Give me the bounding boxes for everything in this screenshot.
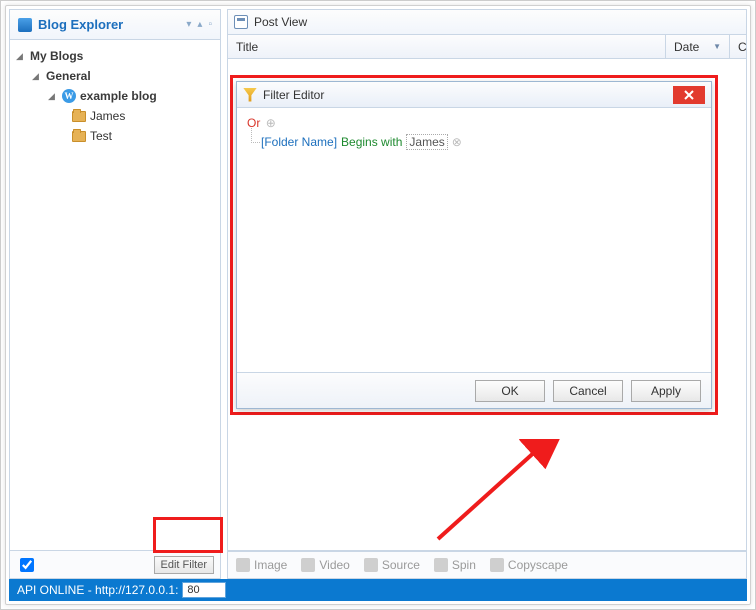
filter-editor-header[interactable]: Filter Editor xyxy=(237,82,711,108)
filter-editor-title: Filter Editor xyxy=(263,88,667,102)
expander-icon[interactable]: ◢ xyxy=(48,91,58,102)
video-icon xyxy=(301,558,315,572)
tool-image[interactable]: Image xyxy=(236,558,287,572)
tree-blog-label: example blog xyxy=(80,89,157,103)
panel-autohide-icon[interactable]: ▴ xyxy=(197,19,202,30)
tool-source[interactable]: Source xyxy=(364,558,420,572)
tool-source-label: Source xyxy=(382,558,420,572)
tool-copyscape-label: Copyscape xyxy=(508,558,568,572)
folder-icon xyxy=(72,111,86,122)
tool-video[interactable]: Video xyxy=(301,558,349,572)
annotation-arrow xyxy=(428,439,568,549)
explorer-icon xyxy=(18,18,32,32)
column-header-date-label: Date xyxy=(674,40,699,54)
wordpress-icon: W xyxy=(62,89,76,103)
panel-pin-icon[interactable]: ▫ xyxy=(208,19,212,30)
tree-folder-label: James xyxy=(90,109,125,123)
tool-spin[interactable]: Spin xyxy=(434,558,476,572)
tool-copyscape[interactable]: Copyscape xyxy=(490,558,568,572)
expander-icon[interactable]: ◢ xyxy=(32,71,42,82)
remove-condition-icon[interactable]: ⊗ xyxy=(452,135,462,149)
filter-editor-body[interactable]: Or ⊕ [Folder Name] Begins with James ⊗ xyxy=(237,108,711,372)
post-toolbar: Image Video Source Spin Copyscape xyxy=(227,551,747,579)
apply-button[interactable]: Apply xyxy=(631,380,701,402)
api-port-input[interactable] xyxy=(182,582,226,598)
status-text: API ONLINE - http://127.0.0.1: xyxy=(17,583,178,597)
source-icon xyxy=(364,558,378,572)
post-grid-body[interactable]: Filter Editor Or ⊕ [Folder Name] xyxy=(227,59,747,551)
column-header-extra[interactable]: C xyxy=(730,35,746,58)
filter-icon xyxy=(243,88,257,102)
tree-folder-label: Test xyxy=(90,129,112,143)
filter-editor-footer: OK Cancel Apply xyxy=(237,372,711,408)
image-icon xyxy=(236,558,250,572)
expander-icon[interactable]: ◢ xyxy=(16,51,26,62)
tool-spin-label: Spin xyxy=(452,558,476,572)
post-view-icon xyxy=(234,15,248,29)
post-view-header: Post View xyxy=(227,9,747,35)
column-header-date[interactable]: Date ▼ xyxy=(666,35,730,58)
blog-explorer-footer: Edit Filter xyxy=(10,550,220,578)
tree-blog[interactable]: ◢ W example blog xyxy=(14,86,216,106)
blog-explorer-header: Blog Explorer ▾ ▴ ▫ xyxy=(10,10,220,40)
filter-field[interactable]: [Folder Name] xyxy=(261,135,337,149)
blog-explorer-panel: Blog Explorer ▾ ▴ ▫ ◢ My Blogs ◢ General xyxy=(9,9,221,579)
tool-image-label: Image xyxy=(254,558,287,572)
close-icon xyxy=(684,90,694,100)
folder-icon xyxy=(72,131,86,142)
blog-explorer-title: Blog Explorer xyxy=(38,17,180,32)
tree-group-label: General xyxy=(46,69,91,83)
filter-operator[interactable]: Begins with xyxy=(341,135,402,149)
edit-filter-button[interactable]: Edit Filter xyxy=(154,556,214,574)
panel-dropdown-icon[interactable]: ▾ xyxy=(186,19,191,30)
grid-header: Title Date ▼ C xyxy=(227,35,747,59)
tree-root-label: My Blogs xyxy=(30,49,83,63)
tree-group[interactable]: ◢ General xyxy=(14,66,216,86)
spin-icon xyxy=(434,558,448,572)
tree-folder[interactable]: Test xyxy=(14,126,216,146)
post-view-panel: Post View Title Date ▼ C xyxy=(227,9,747,579)
column-header-title[interactable]: Title xyxy=(228,35,666,58)
status-bar: API ONLINE - http://127.0.0.1: xyxy=(9,579,747,601)
post-view-title: Post View xyxy=(254,15,307,29)
cancel-button[interactable]: Cancel xyxy=(553,380,623,402)
filter-condition-row[interactable]: [Folder Name] Begins with James ⊗ xyxy=(247,134,701,150)
tree-folder[interactable]: James xyxy=(14,106,216,126)
add-condition-icon[interactable]: ⊕ xyxy=(266,116,276,130)
filter-enabled-checkbox[interactable] xyxy=(20,558,34,572)
filter-editor-dialog: Filter Editor Or ⊕ [Folder Name] xyxy=(236,81,712,409)
tool-video-label: Video xyxy=(319,558,349,572)
copyscape-icon xyxy=(490,558,504,572)
ok-button[interactable]: OK xyxy=(475,380,545,402)
blog-tree[interactable]: ◢ My Blogs ◢ General ◢ W example blog xyxy=(10,40,220,550)
column-header-title-label: Title xyxy=(236,40,258,54)
filter-value[interactable]: James xyxy=(406,134,447,150)
sort-desc-icon: ▼ xyxy=(713,42,721,51)
tree-root[interactable]: ◢ My Blogs xyxy=(14,46,216,66)
close-button[interactable] xyxy=(673,86,705,104)
filter-root-row[interactable]: Or ⊕ xyxy=(247,116,701,130)
